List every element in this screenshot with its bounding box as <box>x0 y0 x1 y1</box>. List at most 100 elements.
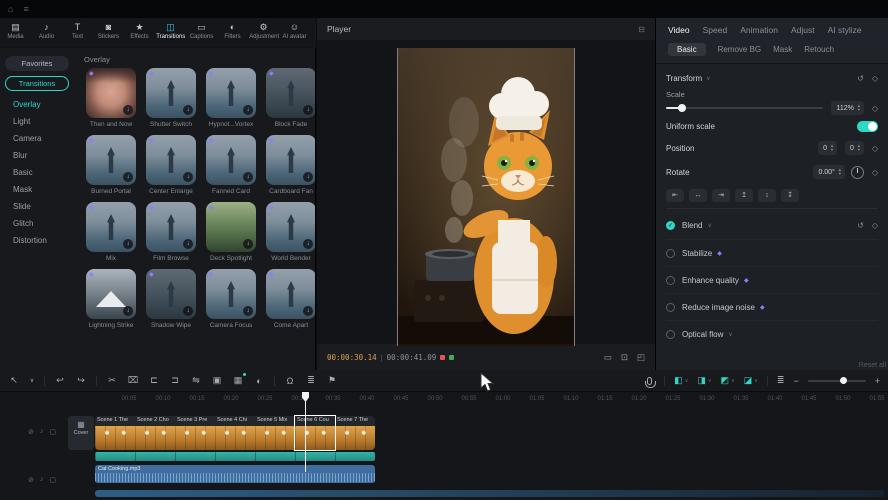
category-slide[interactable]: Slide <box>5 198 69 215</box>
top-tab-audio[interactable]: ♪Audio <box>31 21 62 47</box>
tab-video[interactable]: Video <box>668 25 690 35</box>
crop-icon[interactable]: ▣ <box>211 375 223 386</box>
mute-track-icon[interactable]: ♪ <box>40 476 44 484</box>
align-top-icon[interactable]: ↥ <box>735 189 753 202</box>
audio-track-clip[interactable]: Cat Cooking.mp3 <box>95 465 375 483</box>
lock-track-icon[interactable]: ▢ <box>49 428 56 436</box>
position-y-input[interactable]: 0 ▲▼ <box>845 141 864 155</box>
reset-icon[interactable]: ↺ <box>857 221 864 230</box>
enabled-check-icon[interactable]: ✓ <box>666 221 675 230</box>
clip-scene-1-the[interactable]: Scene 1 The <box>95 416 135 450</box>
align-center-vertical-icon[interactable]: ↕ <box>758 189 776 202</box>
clip-scene-3-pre[interactable]: Scene 3 Pre <box>175 416 215 450</box>
toggle-bullet[interactable] <box>666 276 675 285</box>
linkage-icon[interactable]: ◩∨ <box>721 375 735 386</box>
rotate-value-input[interactable]: 0.00° ▲▼ <box>813 165 844 179</box>
position-x-stepper[interactable]: ▲▼ <box>830 144 834 152</box>
transition-mix[interactable]: ◆↓Mix <box>83 202 139 262</box>
clip-scene-6-cou[interactable]: Scene 6 Cou <box>295 416 335 450</box>
category-camera[interactable]: Camera <box>5 130 69 147</box>
toggle-bullet[interactable] <box>666 303 675 312</box>
transition-then-and-now[interactable]: ◆↓Then and Now <box>83 68 139 128</box>
timeline-zoom-slider[interactable] <box>808 380 866 382</box>
playhead[interactable] <box>305 394 306 472</box>
top-tab-stickers[interactable]: ◙Stickers <box>93 21 124 47</box>
timeline-ruler[interactable]: 00:0500:1000:1500:2000:2500:3000:3500:40… <box>0 392 888 408</box>
top-tab-filters[interactable]: ◐Filters <box>217 21 248 47</box>
transition-film-browse[interactable]: ◆↓Film Browse <box>143 202 199 262</box>
rotate-stepper[interactable]: ▲▼ <box>838 168 842 176</box>
snapping-icon[interactable]: ≣ <box>305 375 317 386</box>
transform-header[interactable]: Transform ∨ ↺ ◇ <box>666 68 878 88</box>
hide-track-icon[interactable]: ⊘ <box>28 428 34 436</box>
align-bottom-icon[interactable]: ↧ <box>781 189 799 202</box>
menu-icon[interactable]: ≡ <box>23 0 28 18</box>
top-tab-media[interactable]: ▤Media <box>0 21 31 47</box>
hide-track-icon[interactable]: ⊘ <box>28 476 34 484</box>
section-optical-flow[interactable]: Optical flow∨ <box>666 320 878 347</box>
trim-left-icon[interactable]: ⊏ <box>148 375 160 386</box>
toggle-bullet[interactable] <box>666 249 675 258</box>
clip-scene-5-mix[interactable]: Scene 5 Mix <box>255 416 295 450</box>
cover-button[interactable]: ▦ Cover <box>68 416 94 450</box>
preview-axis-icon[interactable]: ◪∨ <box>744 375 758 386</box>
zoom-out-icon[interactable]: − <box>793 376 798 386</box>
text-track-clip[interactable] <box>95 452 375 461</box>
subtab-remove-bg[interactable]: Remove BG <box>718 45 762 54</box>
uniform-scale-toggle[interactable] <box>857 121 878 132</box>
align-left-icon[interactable]: ⇤ <box>666 189 684 202</box>
fullscreen-icon[interactable]: ◰ <box>637 352 645 363</box>
top-tab-text[interactable]: TText <box>62 21 93 47</box>
select-tool-chevron-icon[interactable]: ∨ <box>29 377 35 384</box>
category-blur[interactable]: Blur <box>5 147 69 164</box>
category-glitch[interactable]: Glitch <box>5 215 69 232</box>
keyframe-icon[interactable]: ◇ <box>872 144 878 153</box>
keyframe-icon[interactable]: ◇ <box>872 104 878 113</box>
scale-slider[interactable] <box>666 107 823 109</box>
clip-scene-7-the[interactable]: Scene 7 The <box>335 416 375 450</box>
category-mask[interactable]: Mask <box>5 181 69 198</box>
freeze-frame-icon[interactable]: ▦ <box>232 375 244 386</box>
chroma-key-icon[interactable]: ◐ <box>253 376 265 386</box>
trim-right-icon[interactable]: ⊐ <box>169 375 181 386</box>
scale-value-input[interactable]: 112% ▲▼ <box>831 101 863 115</box>
transition-center-enlarge[interactable]: ◆↓Center Enlarge <box>143 135 199 195</box>
transition-world-bender[interactable]: ◆↓World Bender <box>263 202 315 262</box>
category-overlay[interactable]: Overlay <box>5 96 69 113</box>
marker-icon[interactable]: ⚑ <box>326 375 338 386</box>
zoom-in-icon[interactable]: + <box>875 376 880 386</box>
split-icon[interactable]: ✂ <box>106 375 118 386</box>
timeline-scrollbar[interactable] <box>95 490 884 497</box>
transition-camera-focus[interactable]: ◆↓Camera Focus <box>203 269 259 329</box>
section-reduce-image-noise[interactable]: Reduce image noise◆ <box>666 293 878 320</box>
top-tab-effects[interactable]: ★Effects <box>124 21 155 47</box>
transition-deck-spotlight[interactable]: ◆↓Deck Spotlight <box>203 202 259 262</box>
tab-speed[interactable]: Speed <box>703 25 728 35</box>
transition-shadow-wipe[interactable]: ◆↓Shadow Wipe <box>143 269 199 329</box>
auto-ripple-icon[interactable]: ◨∨ <box>697 375 711 386</box>
lock-track-icon[interactable]: ▢ <box>49 476 56 484</box>
align-right-icon[interactable]: ⇥ <box>712 189 730 202</box>
mirror-icon[interactable]: ⇋ <box>190 375 202 386</box>
clip-scene-4-chi[interactable]: Scene 4 Chi <box>215 416 255 450</box>
top-tab-ai-avatar[interactable]: ☺AI avatar <box>279 21 310 47</box>
keyframe-icon[interactable]: ◇ <box>872 74 878 83</box>
player-viewport[interactable] <box>317 40 655 344</box>
main-track-magnet-icon[interactable]: ◧∨ <box>674 375 688 386</box>
ratio-icon[interactable]: ▭ <box>604 352 612 363</box>
subtab-basic[interactable]: Basic <box>668 43 706 56</box>
library-tab-transitions[interactable]: Transitions <box>5 76 69 91</box>
category-basic[interactable]: Basic <box>5 164 69 181</box>
align-center-horizontal-icon[interactable]: ↔ <box>689 189 707 202</box>
clip-scene-2-cho[interactable]: Scene 2 Cho <box>135 416 175 450</box>
top-tab-adjustment[interactable]: ⚙Adjustment <box>248 21 279 47</box>
transition-come-apart[interactable]: ◆↓Come Apart <box>263 269 315 329</box>
scale-stepper[interactable]: ▲▼ <box>857 104 861 112</box>
reset-all-link[interactable]: Reset all <box>859 362 886 369</box>
position-x-input[interactable]: 0 ▲▼ <box>818 141 837 155</box>
select-tool-icon[interactable]: ↖ <box>8 375 20 386</box>
transition-cardboard-fan[interactable]: ◆↓Cardboard Fan <box>263 135 315 195</box>
home-icon[interactable]: ⌂ <box>8 0 13 18</box>
transition-fanned-card[interactable]: ◆↓Fanned Card <box>203 135 259 195</box>
section-stabilize[interactable]: Stabilize◆ <box>666 239 878 266</box>
